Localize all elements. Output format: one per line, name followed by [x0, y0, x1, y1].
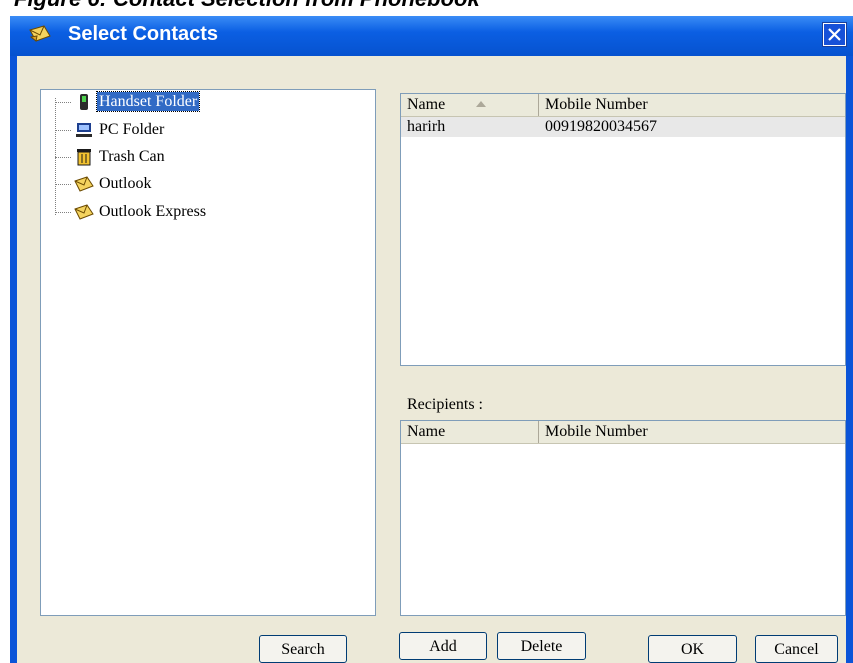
tree-item-label: PC Folder: [99, 121, 165, 138]
column-header-name[interactable]: Name: [401, 94, 539, 116]
tree-item-outlook-express[interactable]: Outlook Express: [41, 201, 371, 223]
tree-connector: [55, 157, 71, 158]
column-label: Name: [407, 96, 446, 113]
phone-icon: [80, 94, 88, 110]
page-heading: Figure 6: Contact Selection from Phonebo…: [0, 0, 853, 10]
dialog-client-area: Handset Folder PC Folder Trash Can Outlo…: [17, 56, 846, 663]
table-row[interactable]: harirh 00919820034567: [401, 117, 845, 137]
tree-item-pc-folder[interactable]: PC Folder: [41, 119, 371, 141]
contacts-list-header: Name Mobile Number: [401, 94, 845, 117]
select-contacts-dialog: Select Contacts Handset Folder PC Folder…: [10, 16, 853, 663]
tree-connector: [55, 184, 71, 185]
tree-item-label: Outlook: [99, 175, 152, 192]
computer-icon: [76, 123, 92, 137]
delete-button[interactable]: Delete: [497, 632, 586, 660]
column-header-name[interactable]: Name: [401, 421, 539, 443]
tree-item-label: Handset Folder: [95, 91, 201, 112]
recipients-label: Recipients :: [407, 396, 483, 413]
envelope-icon: [74, 204, 94, 220]
contacts-list[interactable]: Name Mobile Number harirh 00919820034567: [400, 93, 846, 366]
tree-connector: [55, 130, 71, 131]
recipients-list[interactable]: Name Mobile Number: [400, 420, 846, 616]
window-title: Select Contacts: [68, 23, 219, 45]
window-border: [846, 56, 853, 663]
cell-name: harirh: [407, 118, 446, 135]
tree-item-label: Outlook Express: [99, 203, 207, 220]
tree-connector: [55, 212, 71, 213]
column-header-mobile[interactable]: Mobile Number: [539, 94, 845, 116]
cancel-button[interactable]: Cancel: [755, 635, 838, 663]
search-button[interactable]: Search: [259, 635, 347, 663]
ok-button[interactable]: OK: [648, 635, 737, 663]
column-label: Mobile Number: [545, 96, 648, 113]
tree-item-outlook[interactable]: Outlook: [41, 173, 371, 195]
recipients-list-header: Name Mobile Number: [401, 421, 845, 444]
column-label: Mobile Number: [545, 423, 648, 440]
tree-item-label: Trash Can: [99, 148, 165, 165]
close-button[interactable]: [822, 22, 847, 47]
cell-mobile: 00919820034567: [545, 118, 657, 135]
envelope-icon: [29, 25, 51, 42]
trash-icon: [77, 149, 91, 166]
column-label: Name: [407, 423, 446, 440]
tree-item-trash-can[interactable]: Trash Can: [41, 146, 371, 168]
title-bar[interactable]: Select Contacts: [10, 16, 853, 56]
column-header-mobile[interactable]: Mobile Number: [539, 421, 845, 443]
sort-ascending-icon: [476, 101, 486, 107]
folder-tree[interactable]: Handset Folder PC Folder Trash Can Outlo…: [40, 89, 376, 616]
tree-connector: [55, 102, 71, 103]
add-button[interactable]: Add: [399, 632, 487, 660]
close-x-icon: [828, 28, 841, 41]
tree-item-handset-folder[interactable]: Handset Folder: [41, 91, 371, 113]
envelope-icon: [74, 176, 94, 192]
